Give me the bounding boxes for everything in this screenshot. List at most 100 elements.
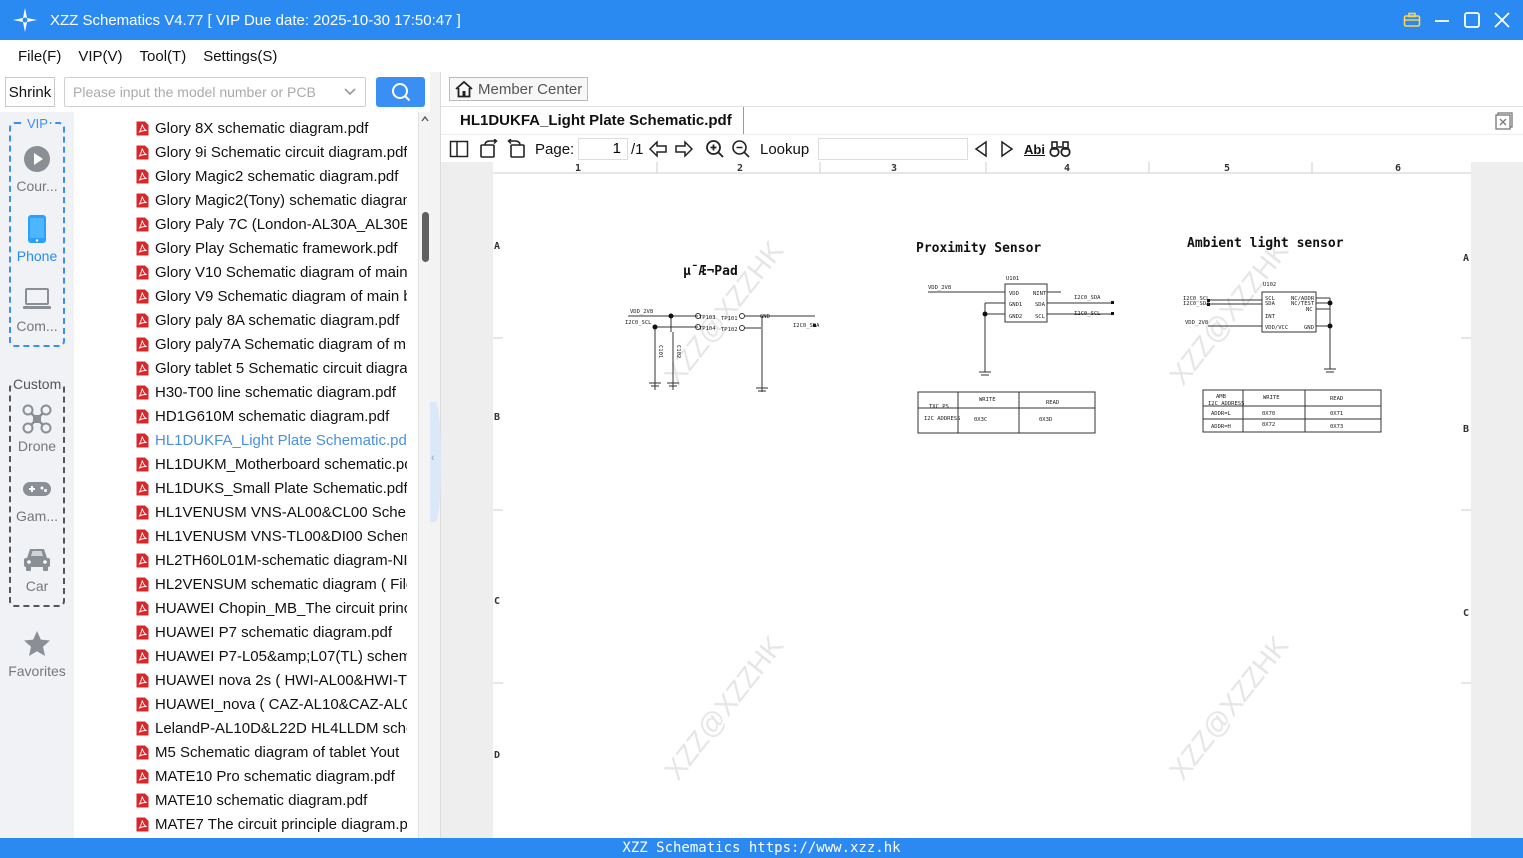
file-list-item[interactable]: Glory Magic2(Tony) schematic diagram.pdf [136, 188, 416, 212]
maximize-button[interactable] [1461, 6, 1483, 34]
close-button[interactable] [1491, 6, 1513, 34]
file-list-item[interactable]: Glory paly 8A schematic diagram.pdf [136, 308, 416, 332]
collapse-handle[interactable]: ‹ [430, 402, 441, 522]
chevron-up-icon[interactable] [421, 115, 429, 123]
pdf-viewer[interactable]: 1 2 3 4 5 6 A B C D A B C XZZ@XZZHK XZZ@… [441, 162, 1523, 838]
watermark-text: XZZ@XZZHK [1163, 235, 1294, 391]
file-list-item[interactable]: HL2TH60L01M-schematic diagram-NI [136, 548, 416, 572]
scrollbar-thumb[interactable] [422, 212, 429, 262]
file-list-item[interactable]: HL1DUKFA_Light Plate Schematic.pdf [136, 428, 416, 452]
file-list-item[interactable]: HL1VENUSM VNS-TL00&DI00 Schema [136, 524, 416, 548]
file-list-item[interactable]: HL1DUKM_Motherboard schematic.pdf [136, 452, 416, 476]
zoom-out-button[interactable] [731, 139, 751, 159]
watermark-text: XZZ@XZZHK [658, 235, 789, 391]
rotate-right-button[interactable] [506, 139, 526, 159]
close-tabs-icon[interactable] [1495, 112, 1513, 130]
file-list-item[interactable]: HL1VENUSM VNS-AL00&CL00 Schem [136, 500, 416, 524]
file-list-item[interactable]: HL1DUKS_Small Plate Schematic.pdf [136, 476, 416, 500]
panel-splitter[interactable]: ‹ [430, 72, 441, 838]
schematic-drawing: 1 2 3 4 5 6 A B C D A B C XZZ@XZZHK XZZ@… [493, 162, 1471, 786]
sidebar-item-phone[interactable]: Phone [0, 214, 74, 264]
minimize-button[interactable] [1431, 6, 1453, 34]
file-list-item[interactable]: HUAWEI nova 2s ( HWI-AL00&HWI-TI [136, 668, 416, 692]
sidebar-toggle-button[interactable] [449, 139, 469, 159]
file-list-item[interactable]: Glory 8X schematic diagram.pdf [136, 116, 416, 140]
pin-label: SDA [1265, 301, 1276, 307]
menu-file[interactable]: File(F) [18, 48, 61, 65]
file-name: Glory Magic2(Tony) schematic diagram.pdf [155, 191, 407, 209]
file-list-item[interactable]: HUAWEI_nova ( CAZ-AL10&CAZ-AL0( [136, 692, 416, 716]
file-list-item[interactable]: Glory tablet 5 Schematic circuit diagra [136, 356, 416, 380]
member-center-button[interactable]: Member Center [449, 77, 588, 101]
menu-settings[interactable]: Settings(S) [203, 48, 277, 65]
net-label: I2C0_SDA [1074, 295, 1101, 301]
file-list-item[interactable]: LelandP-AL10D&L22D HL4LLDM sche [136, 716, 416, 740]
briefcase-button[interactable] [1401, 6, 1423, 34]
shrink-button[interactable]: Shrink [5, 77, 55, 107]
sidebar-item-favorites[interactable]: Favorites [0, 629, 74, 679]
file-list-item[interactable]: Glory V10 Schematic diagram of main [136, 260, 416, 284]
lookup-input[interactable] [818, 138, 968, 160]
find-previous-button[interactable] [973, 139, 989, 159]
file-list-item[interactable]: HUAWEI P7-L05&amp;L07(TL) schema [136, 644, 416, 668]
rotate-left-icon [480, 139, 498, 158]
file-list: Glory 8X schematic diagram.pdf Glory 9i S… [74, 112, 430, 838]
search-button[interactable] [376, 77, 425, 107]
file-name: Glory paly 8A schematic diagram.pdf [155, 311, 400, 329]
file-list-item[interactable]: MATE10 Pro schematic diagram.pdf [136, 764, 416, 788]
file-list-item[interactable]: H30-T00 line schematic diagram.pdf [136, 380, 416, 404]
watermark-text: XZZ@XZZHK [658, 630, 789, 786]
sidebar-item-drone[interactable]: Drone [0, 404, 74, 454]
next-page-button[interactable] [674, 139, 694, 159]
file-name: Glory V9 Schematic diagram of main b [155, 287, 407, 305]
vip-group-label: VIP [25, 116, 50, 131]
phone-icon [28, 215, 46, 243]
zoom-out-icon [732, 140, 750, 158]
pdf-file-icon [136, 601, 149, 615]
file-list-item[interactable]: Glory V9 Schematic diagram of main b [136, 284, 416, 308]
pdf-file-icon [136, 721, 149, 735]
sidebar-item-car[interactable]: Car [0, 544, 74, 594]
file-list-item[interactable]: MATE7 The circuit principle diagram.p [136, 812, 416, 836]
sidebar-item-games[interactable]: Gam... [0, 474, 74, 524]
net-label: TP104 [699, 326, 716, 332]
match-case-button[interactable]: Abi [1024, 139, 1045, 159]
file-name: MATE7 The circuit principle diagram.p [155, 815, 407, 833]
file-list-item[interactable]: M5 Schematic diagram of tablet Yout [136, 740, 416, 764]
rotate-left-button[interactable] [479, 139, 499, 159]
sidebar-item-courses[interactable]: Cour... [0, 144, 74, 194]
file-list-scrollbar[interactable] [418, 112, 430, 838]
file-list-item[interactable]: Glory paly7A Schematic diagram of m [136, 332, 416, 356]
file-list-item[interactable]: Glory 9i Schematic circuit diagram.pdf [136, 140, 416, 164]
file-name: HL2VENSUM schematic diagram ( File [155, 575, 407, 593]
table-label: ADDR=H [1211, 424, 1231, 430]
previous-page-button[interactable] [648, 139, 668, 159]
find-all-button[interactable] [1049, 139, 1071, 159]
file-list-item[interactable]: Glory Paly 7C (London-AL30A_AL30B_ [136, 212, 416, 236]
file-name: HUAWEI P7-L05&amp;L07(TL) schema [155, 647, 407, 665]
menu-vip[interactable]: VIP(V) [78, 48, 122, 65]
sidebar-item-label: Car [25, 578, 49, 594]
menu-tool[interactable]: Tool(T) [140, 48, 187, 65]
find-next-button[interactable] [999, 139, 1015, 159]
pin-label: SDA [1035, 302, 1046, 308]
file-list-item[interactable]: HUAWEI P7 schematic diagram.pdf [136, 620, 416, 644]
arrow-right-icon [675, 140, 694, 158]
file-list-item[interactable]: Glory Magic2 schematic diagram.pdf [136, 164, 416, 188]
page-number-input[interactable]: 1 [578, 138, 628, 160]
zoom-in-button[interactable] [705, 139, 725, 159]
file-name: HL1VENUSM VNS-AL00&CL00 Schem [155, 503, 407, 521]
drone-icon [22, 404, 52, 434]
file-list-item[interactable]: HL2VENSUM schematic diagram ( File [136, 572, 416, 596]
file-list-item[interactable]: HUAWEI Chopin_MB_The circuit princ [136, 596, 416, 620]
file-list-item[interactable]: Glory Play Schematic framework.pdf [136, 236, 416, 260]
sidebar-item-computer[interactable]: Com... [0, 284, 74, 334]
chevron-down-icon[interactable] [343, 85, 357, 99]
file-name: Glory V10 Schematic diagram of main [155, 263, 407, 281]
document-tab[interactable]: HL1DUKFA_Light Plate Schematic.pdf [449, 107, 744, 134]
file-list-item[interactable]: MATE10 schematic diagram.pdf [136, 788, 416, 812]
column-number: 2 [737, 163, 743, 174]
search-input[interactable]: Please input the model number or PCB [64, 77, 366, 107]
file-list-item[interactable]: HD1G610M schematic diagram.pdf [136, 404, 416, 428]
rotate-right-icon [507, 139, 525, 158]
